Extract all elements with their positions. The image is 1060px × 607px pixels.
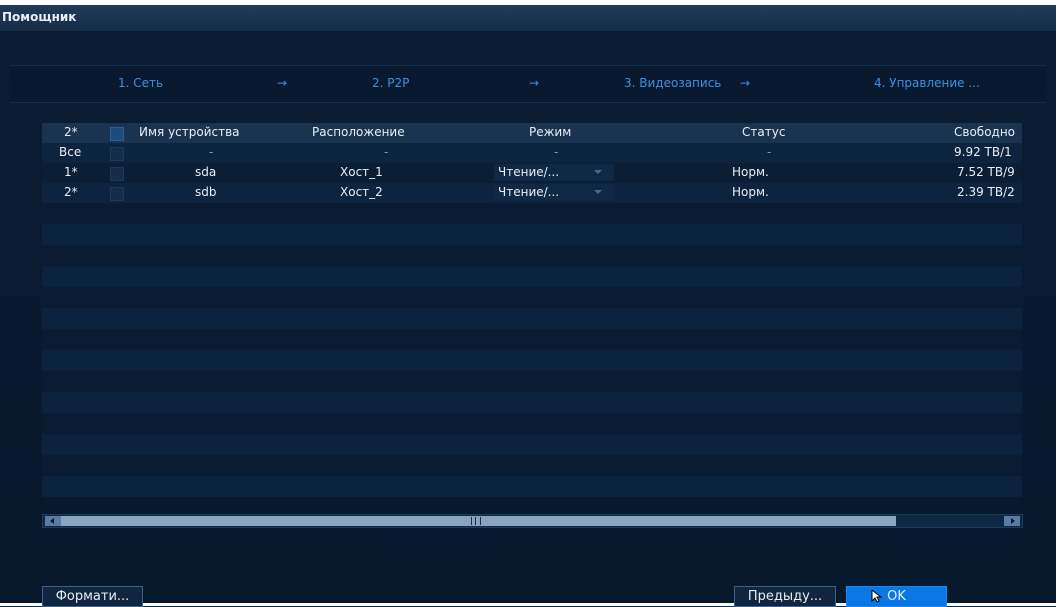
row-status: Норм. bbox=[732, 165, 769, 179]
chevron-down-icon bbox=[594, 170, 602, 174]
row-location: Хост_2 bbox=[340, 185, 383, 199]
wizard-steps: 1. Сеть → 2. P2P → 3. Видеозапись → 4. У… bbox=[10, 65, 1046, 103]
column-free: Свободно bbox=[954, 125, 1016, 139]
hdd-table: 2* Имя устройства Расположение Режим Ста… bbox=[42, 123, 1022, 504]
wizard-body: 1. Сеть → 2. P2P → 3. Видеозапись → 4. У… bbox=[0, 31, 1056, 607]
previous-button[interactable]: Предыду... bbox=[734, 586, 836, 607]
row-free: 7.52 TB/9 bbox=[957, 165, 1015, 179]
format-button[interactable]: Формати... bbox=[42, 586, 143, 607]
row-status: - bbox=[767, 145, 772, 159]
row-number: Все bbox=[59, 145, 82, 159]
step-management[interactable]: 4. Управление ... bbox=[874, 76, 980, 90]
step-p2p[interactable]: 2. P2P bbox=[372, 76, 409, 90]
chevron-down-icon bbox=[594, 190, 602, 194]
row-device-name: - bbox=[209, 145, 214, 159]
arrow-right-icon bbox=[1011, 518, 1015, 524]
step-arrow-icon: → bbox=[277, 76, 288, 90]
arrow-left-icon bbox=[50, 518, 54, 524]
row-device-name: sdb bbox=[195, 185, 217, 199]
step-network[interactable]: 1. Сеть bbox=[118, 76, 163, 90]
column-number: 2* bbox=[64, 125, 78, 139]
mode-dropdown[interactable]: Чтение/... bbox=[494, 164, 614, 181]
column-status: Статус bbox=[742, 125, 786, 139]
row-number: 2* bbox=[64, 185, 78, 199]
window-title: Помощник bbox=[2, 10, 77, 24]
row-mode: - bbox=[554, 145, 559, 159]
empty-row bbox=[42, 203, 1022, 224]
row-location: - bbox=[384, 145, 389, 159]
row-number: 1* bbox=[64, 165, 78, 179]
row-location: Хост_1 bbox=[340, 165, 383, 179]
mode-dropdown[interactable]: Чтение/... bbox=[494, 184, 614, 201]
row-checkbox[interactable] bbox=[110, 187, 124, 201]
empty-row bbox=[42, 224, 1022, 245]
scroll-right-button[interactable] bbox=[1004, 516, 1020, 526]
row-checkbox[interactable] bbox=[110, 147, 124, 161]
table-row[interactable]: 2* sdb Хост_2 Чтение/... Норм. 2.39 TB/2 bbox=[42, 183, 1022, 203]
ok-button[interactable]: OK bbox=[846, 586, 947, 607]
scroll-thumb[interactable] bbox=[61, 516, 896, 526]
mode-value: Чтение/... bbox=[498, 165, 560, 179]
empty-row bbox=[42, 329, 1022, 350]
table-row[interactable]: 1* sda Хост_1 Чтение/... Норм. 7.52 TB/9 bbox=[42, 163, 1022, 183]
table-row[interactable]: Все - - - - 9.92 TB/1 bbox=[42, 143, 1022, 163]
step-recording[interactable]: 3. Видеозапись bbox=[624, 76, 721, 90]
empty-row bbox=[42, 434, 1022, 455]
empty-row bbox=[42, 476, 1022, 497]
empty-row bbox=[42, 308, 1022, 329]
title-bar: Помощник bbox=[0, 5, 1056, 31]
row-free: 9.92 TB/1 bbox=[954, 145, 1012, 159]
empty-row bbox=[42, 392, 1022, 413]
row-checkbox[interactable] bbox=[110, 167, 124, 181]
row-device-name: sda bbox=[195, 165, 217, 179]
select-all-checkbox[interactable] bbox=[110, 127, 124, 141]
mouse-cursor-icon bbox=[871, 590, 883, 603]
empty-row bbox=[42, 413, 1022, 434]
empty-row bbox=[42, 371, 1022, 392]
empty-row bbox=[42, 350, 1022, 371]
column-location: Расположение bbox=[312, 125, 405, 139]
horizontal-scrollbar[interactable] bbox=[42, 514, 1023, 528]
step-arrow-icon: → bbox=[529, 76, 540, 90]
scroll-left-button[interactable] bbox=[45, 516, 61, 526]
empty-row bbox=[42, 245, 1022, 266]
wizard-window: Помощник 1. Сеть → 2. P2P → 3. Видеозапи… bbox=[0, 5, 1056, 607]
row-free: 2.39 TB/2 bbox=[957, 185, 1015, 199]
step-arrow-icon: → bbox=[740, 76, 751, 90]
table-header: 2* Имя устройства Расположение Режим Ста… bbox=[42, 123, 1022, 143]
empty-row bbox=[42, 455, 1022, 476]
empty-row bbox=[42, 266, 1022, 287]
mode-value: Чтение/... bbox=[498, 185, 560, 199]
row-status: Норм. bbox=[732, 185, 769, 199]
grip-icon bbox=[471, 517, 481, 525]
column-mode: Режим bbox=[529, 125, 572, 139]
empty-row bbox=[42, 287, 1022, 308]
column-device-name: Имя устройства bbox=[139, 125, 240, 139]
